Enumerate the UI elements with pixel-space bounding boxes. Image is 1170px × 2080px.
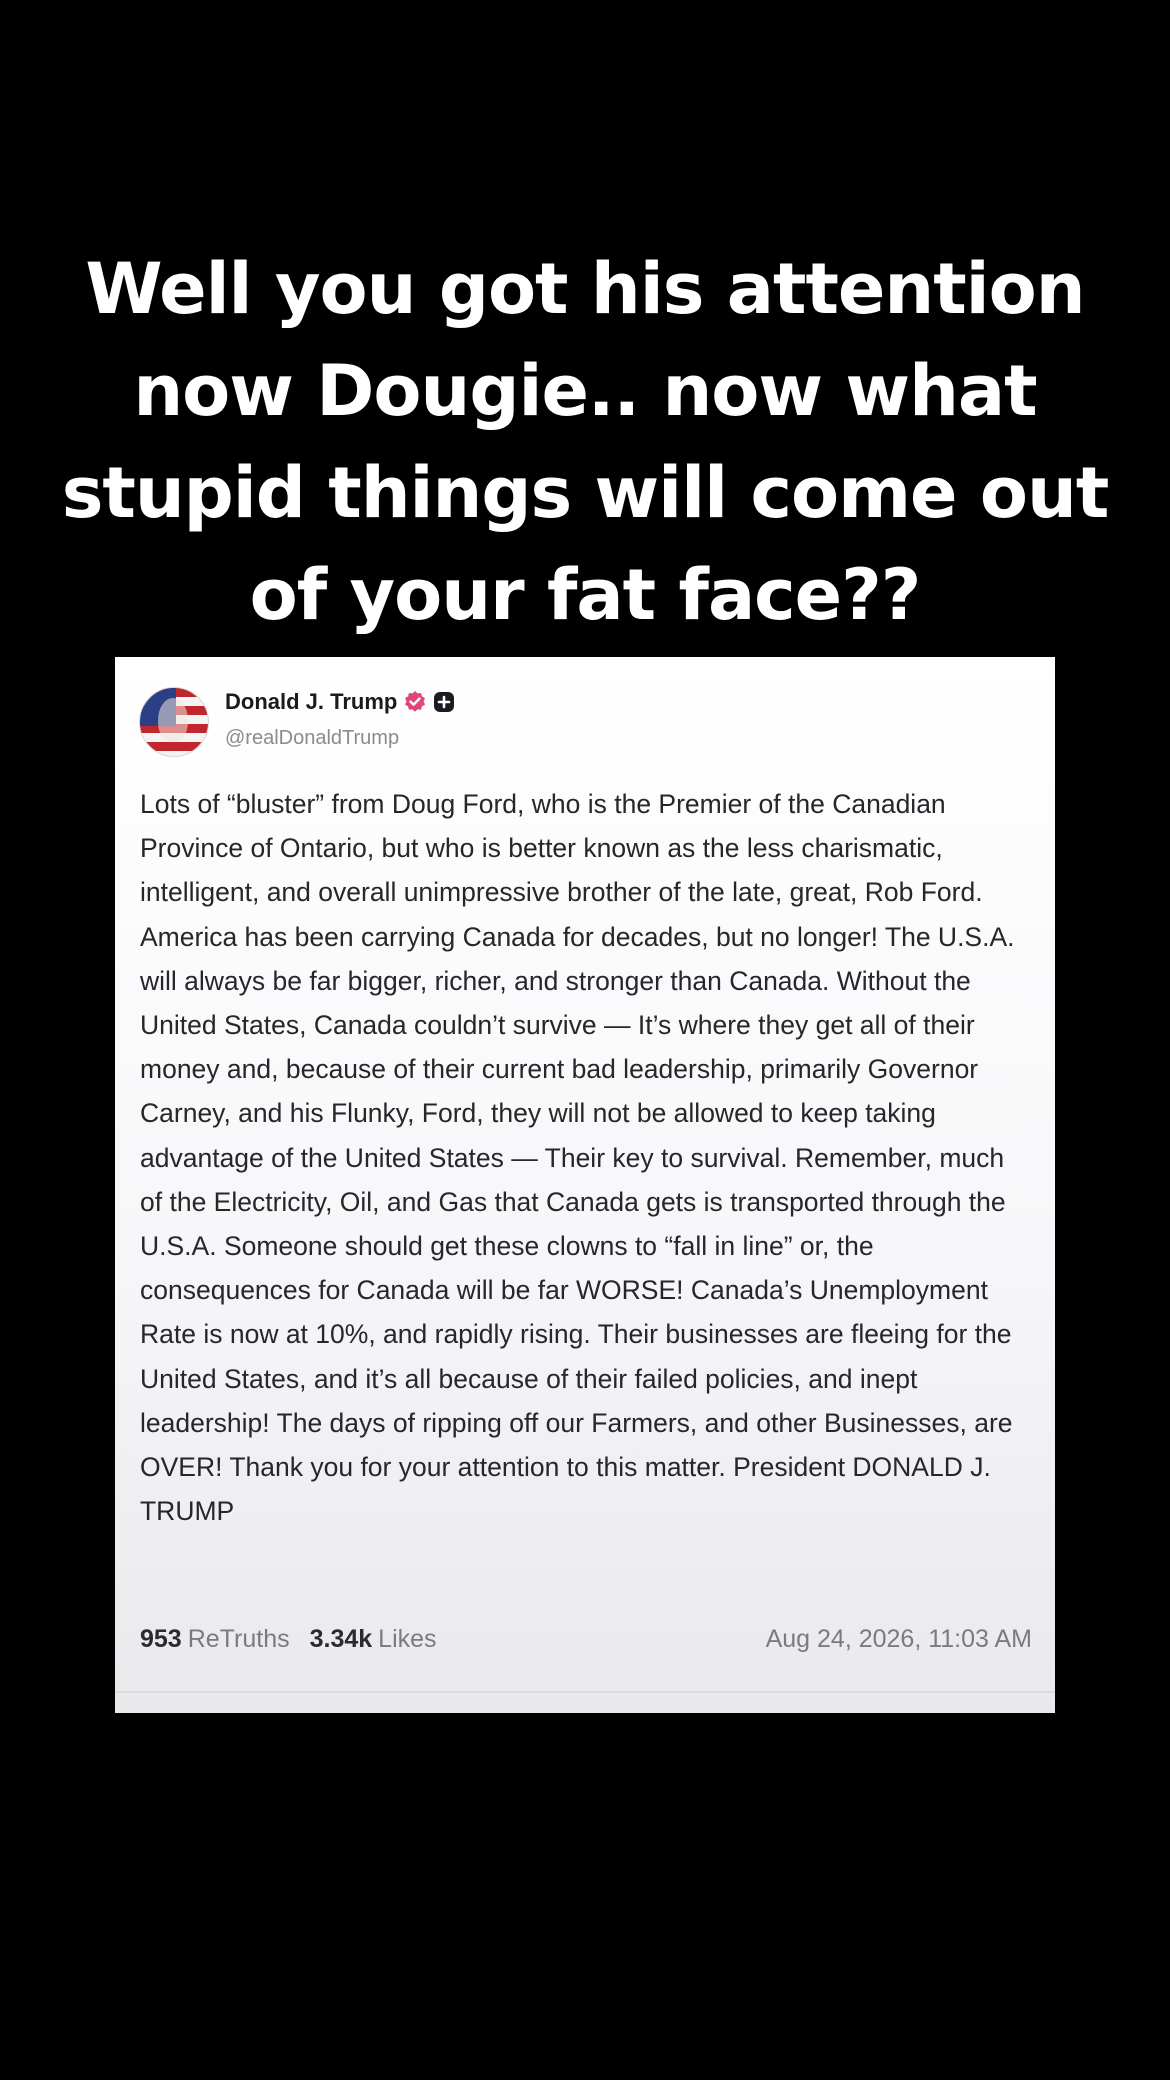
likes-label: Likes <box>378 1625 437 1653</box>
retruths-count[interactable]: 953 <box>140 1625 182 1654</box>
avatar[interactable] <box>139 687 209 757</box>
likes-count[interactable]: 3.34k <box>310 1625 373 1654</box>
author-handle[interactable]: @realDonaldTrump <box>225 727 399 750</box>
post-footer: 953 ReTruths 3.34k Likes Aug 24, 2026, 1… <box>140 1625 1032 1654</box>
post-body: Lots of “bluster” from Doug Ford, who is… <box>140 789 1015 1527</box>
post-screenshot-card: Donald J. Trump @realDonaldTrump Lots of… <box>115 657 1055 1713</box>
verified-icon <box>403 690 427 714</box>
author-name[interactable]: Donald J. Trump <box>225 689 397 715</box>
plus-icon <box>433 691 455 713</box>
post-timestamp: Aug 24, 2026, 11:03 AM <box>765 1625 1032 1653</box>
author-row: Donald J. Trump <box>225 689 455 715</box>
divider <box>115 1691 1055 1693</box>
video-caption: Well you got his attention now Dougie.. … <box>61 248 1110 636</box>
retruths-label: ReTruths <box>187 1625 290 1653</box>
